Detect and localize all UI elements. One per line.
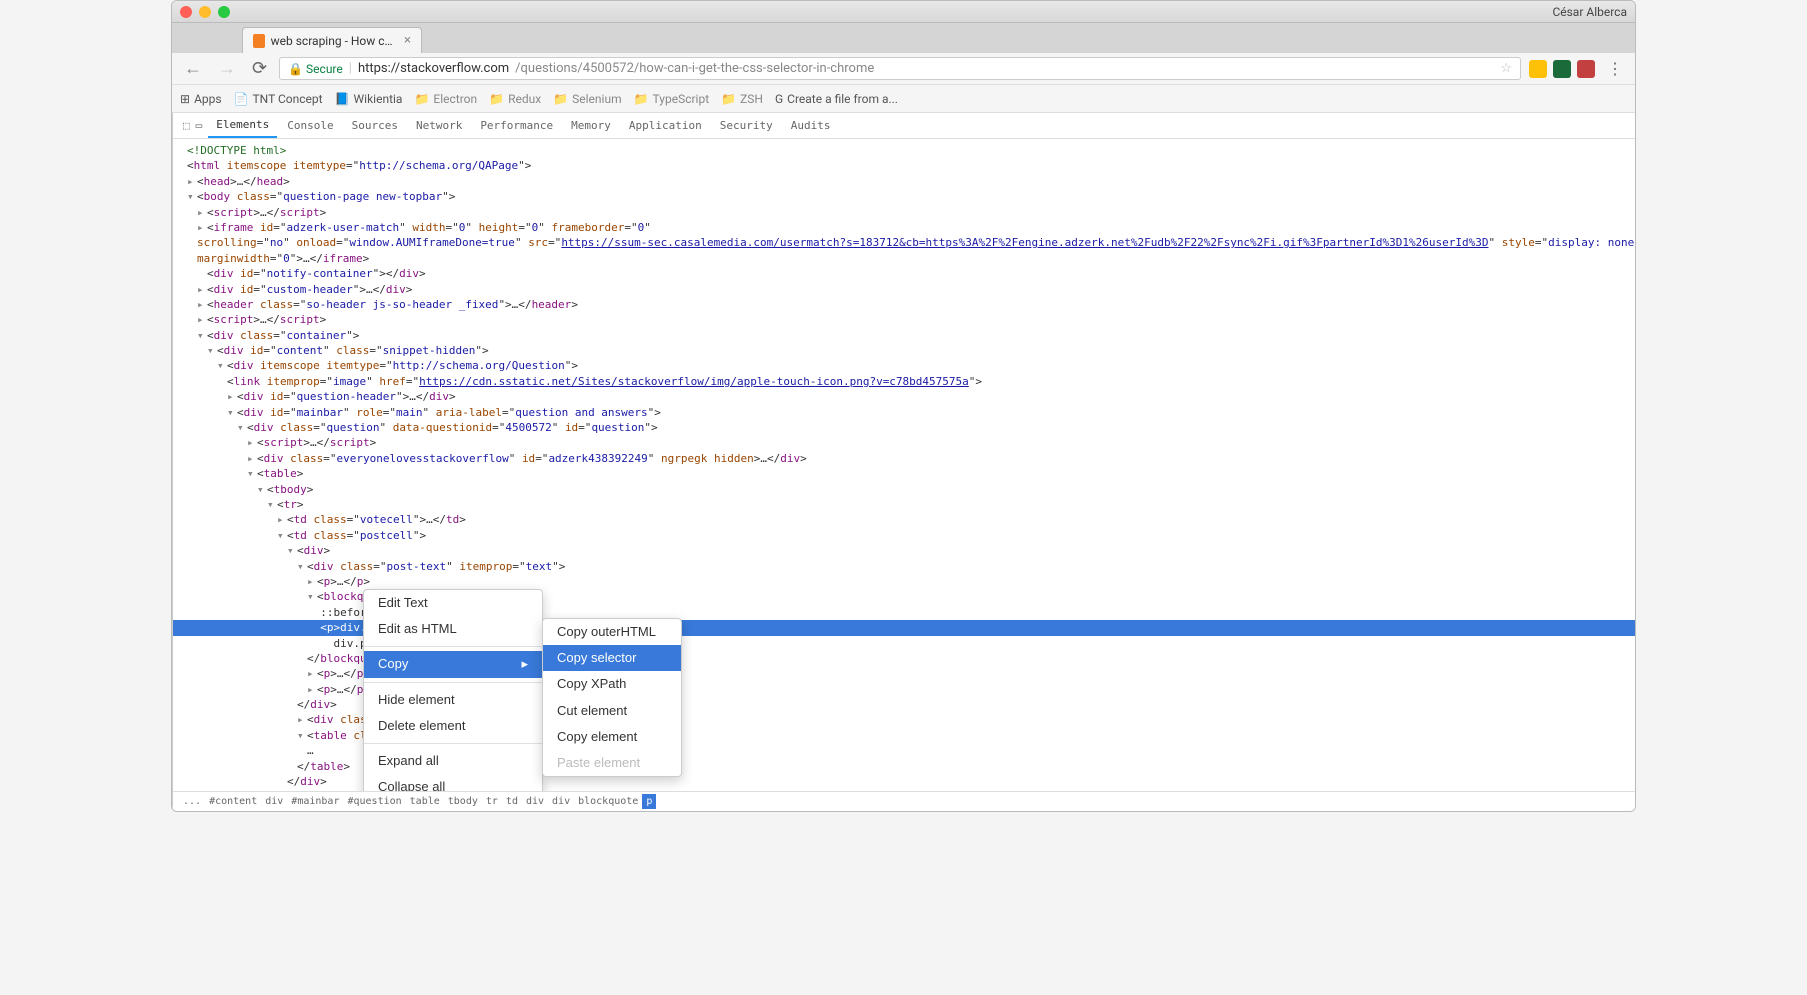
tab-strip: web scraping - How can I get × — [172, 23, 1635, 53]
bookmark-star-icon[interactable]: ☆ — [1500, 61, 1512, 76]
ctx-copy-outer[interactable]: Copy outerHTML — [543, 619, 681, 645]
bookmark-item[interactable]: 📄 TNT Concept — [234, 92, 323, 106]
bookmark-item[interactable]: 📘 Wikientia — [335, 92, 403, 106]
tab-close-button[interactable]: × — [404, 33, 411, 48]
url-path: /questions/4500572/how-can-i-get-the-css… — [515, 61, 874, 76]
url-host: https://stackoverflow.com — [358, 61, 509, 76]
dt-tab-security[interactable]: Security — [712, 114, 781, 137]
ctx-copy-selector[interactable]: Copy selector — [543, 645, 681, 671]
bookmark-folder[interactable]: 📁 Electron — [414, 92, 477, 106]
forward-button[interactable]: → — [214, 58, 240, 79]
ctx-cut[interactable]: Cut element — [543, 698, 681, 724]
secure-badge: 🔒Secure — [288, 62, 343, 76]
bookmark-bar: ⊞ Apps 📄 TNT Concept 📘 Wikientia 📁 Elect… — [172, 85, 1635, 113]
bookmark-folder[interactable]: 📁 Selenium — [553, 92, 621, 106]
extension-icons — [1529, 60, 1595, 78]
extension-icon[interactable] — [1553, 60, 1571, 78]
ctx-copy[interactable]: Copy▸ — [364, 651, 542, 677]
lock-icon: 🔒 — [288, 62, 303, 76]
element-breadcrumb[interactable]: ... #content div #mainbar #question tabl… — [173, 791, 1636, 811]
extension-icon[interactable] — [1529, 60, 1547, 78]
minimize-window-button[interactable] — [199, 6, 211, 18]
traffic-lights — [180, 6, 230, 18]
profile-name[interactable]: César Alberca — [1552, 5, 1627, 19]
ctx-copy-el[interactable]: Copy element — [543, 724, 681, 750]
extension-icon[interactable] — [1577, 60, 1595, 78]
dt-tab-application[interactable]: Application — [621, 114, 710, 137]
content-area: Questions Developer JobsBETA Documentati… — [172, 113, 1635, 811]
ctx-paste: Paste element — [543, 750, 681, 776]
maximize-window-button[interactable] — [218, 6, 230, 18]
titlebar: César Alberca — [172, 1, 1635, 23]
dt-tab-elements[interactable]: Elements — [208, 113, 277, 138]
ctx-expand[interactable]: Expand all — [364, 748, 542, 774]
context-submenu: Copy outerHTML Copy selector Copy XPath … — [542, 618, 682, 777]
address-bar[interactable]: 🔒Secure | https://stackoverflow.com/ques… — [279, 57, 1521, 80]
bookmark-item[interactable]: G Create a file from a... — [775, 92, 898, 106]
browser-window: César Alberca web scraping - How can I g… — [171, 0, 1636, 812]
ctx-edit-html[interactable]: Edit as HTML — [364, 616, 542, 642]
tab-title: web scraping - How can I get — [271, 34, 398, 48]
chevron-right-icon: ▸ — [521, 655, 528, 673]
reload-button[interactable]: ⟳ — [248, 58, 271, 79]
inspect-icon[interactable]: ⬚ — [183, 119, 190, 132]
dt-tab-console[interactable]: Console — [279, 114, 341, 137]
browser-tab[interactable]: web scraping - How can I get × — [242, 27, 422, 53]
device-icon[interactable]: ▭ — [196, 119, 203, 132]
bookmark-folder[interactable]: 📁 TypeScript — [634, 92, 710, 106]
dt-tab-network[interactable]: Network — [408, 114, 470, 137]
ctx-hide[interactable]: Hide element — [364, 687, 542, 713]
dt-tab-memory[interactable]: Memory — [563, 114, 619, 137]
bookmark-folder[interactable]: 📁 ZSH — [721, 92, 763, 106]
ctx-delete[interactable]: Delete element — [364, 713, 542, 739]
so-favicon — [253, 34, 265, 48]
context-menu: Edit Text Edit as HTML Copy▸ Hide elemen… — [363, 589, 543, 791]
close-window-button[interactable] — [180, 6, 192, 18]
dt-tab-sources[interactable]: Sources — [344, 114, 406, 137]
elements-panel[interactable]: <!DOCTYPE html> <html itemscope itemtype… — [173, 139, 1636, 791]
ctx-collapse[interactable]: Collapse all — [364, 774, 542, 791]
url-bar: ← → ⟳ 🔒Secure | https://stackoverflow.co… — [172, 53, 1635, 85]
ctx-copy-xpath[interactable]: Copy XPath — [543, 671, 681, 697]
back-button[interactable]: ← — [180, 58, 206, 79]
devtools-body: <!DOCTYPE html> <html itemscope itemtype… — [173, 139, 1636, 791]
chrome-menu-button[interactable]: ⋮ — [1603, 59, 1627, 78]
devtools: ⬚ ▭ Elements Console Sources Network Per… — [172, 113, 1636, 811]
dt-tab-performance[interactable]: Performance — [472, 114, 561, 137]
dt-tab-audits[interactable]: Audits — [783, 114, 839, 137]
ctx-edit-text[interactable]: Edit Text — [364, 590, 542, 616]
devtools-toolbar: ⬚ ▭ Elements Console Sources Network Per… — [173, 113, 1636, 139]
bookmark-folder[interactable]: 📁 Redux — [489, 92, 541, 106]
apps-button[interactable]: ⊞ Apps — [180, 92, 222, 106]
